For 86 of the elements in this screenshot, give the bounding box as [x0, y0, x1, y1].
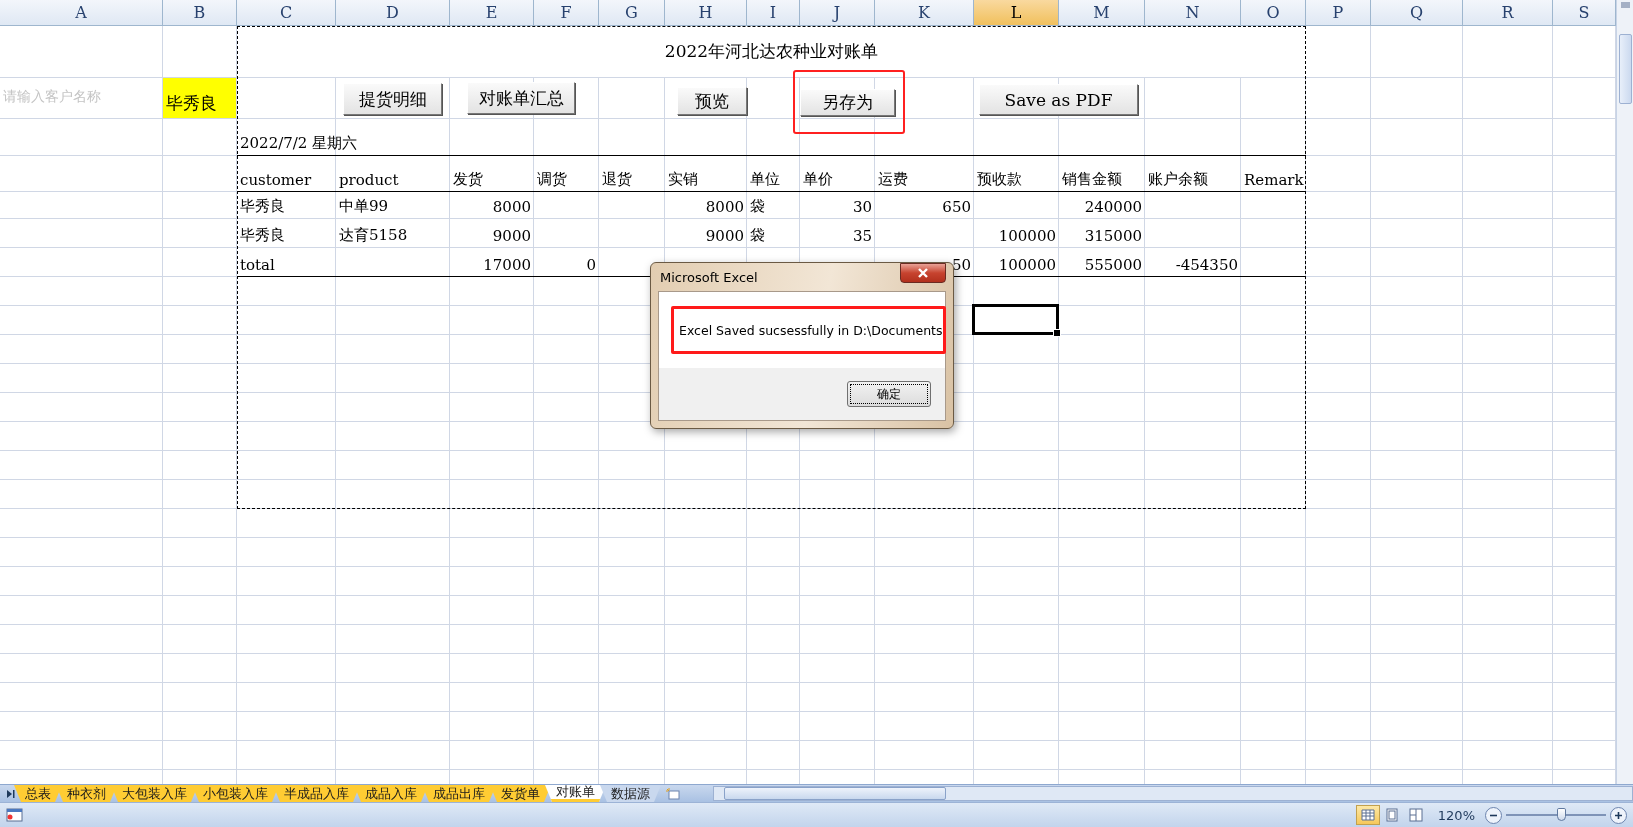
new-sheet-icon[interactable]	[665, 787, 681, 800]
table-cell: 30	[852, 198, 872, 216]
column-heading[interactable]: C	[237, 0, 336, 26]
column-heading[interactable]: E	[450, 0, 534, 26]
record-macro-icon[interactable]	[6, 807, 24, 823]
table-cell: 17000	[483, 256, 531, 274]
table-cell: 8000	[492, 198, 531, 216]
sheet-button[interactable]: Save as PDF	[979, 84, 1138, 115]
zoom-in-button[interactable]	[1610, 806, 1627, 824]
table-cell: 袋	[750, 197, 765, 216]
table-cell: 315000	[1084, 227, 1142, 245]
header-cell: 运费	[878, 170, 908, 189]
header-cell: 销售金额	[1062, 170, 1122, 189]
sheet-button[interactable]: 提货明细	[343, 83, 442, 115]
table-cell: 达育5158	[339, 226, 408, 245]
scroll-thumb[interactable]	[724, 787, 946, 800]
close-button[interactable]	[900, 263, 946, 283]
sheet-button[interactable]: 预览	[677, 87, 747, 115]
header-cell: product	[339, 171, 399, 189]
table-cell: 100000	[998, 227, 1056, 245]
column-heading[interactable]: B	[163, 0, 237, 26]
date-text: 2022/7/2 星期六	[240, 134, 358, 153]
sheet-button[interactable]: 对账单汇总	[467, 82, 575, 114]
table-cell: 毕秀良	[240, 226, 285, 245]
column-heading[interactable]: H	[665, 0, 747, 26]
header-cell: 实销	[668, 170, 698, 189]
table-cell: 8000	[705, 198, 744, 216]
column-heading[interactable]: G	[599, 0, 665, 26]
horizontal-scrollbar[interactable]	[713, 786, 1633, 801]
table-cell: 35	[852, 227, 872, 245]
column-heading[interactable]: I	[747, 0, 800, 26]
column-heading[interactable]: K	[875, 0, 974, 26]
page-break-icon	[1408, 808, 1423, 822]
column-heading[interactable]: Q	[1371, 0, 1463, 26]
header-cell: 发货	[453, 170, 483, 189]
header-cell: 预收款	[977, 170, 1022, 189]
table-cell: total	[240, 256, 275, 274]
column-heading[interactable]: R	[1463, 0, 1553, 26]
table-cell: 9000	[492, 227, 531, 245]
column-heading[interactable]: L	[974, 0, 1059, 26]
column-heading[interactable]: S	[1553, 0, 1616, 26]
table-cell: 50	[951, 256, 971, 274]
ok-button[interactable]: 确定	[847, 381, 931, 407]
header-cell: customer	[240, 171, 312, 189]
column-heading[interactable]: M	[1059, 0, 1145, 26]
table-cell: 240000	[1084, 198, 1142, 216]
page-icon	[1384, 808, 1399, 822]
sheet-button[interactable]: 另存为	[800, 89, 895, 116]
vertical-scrollbar[interactable]	[1616, 0, 1633, 784]
header-cell: Remark	[1244, 171, 1304, 189]
last-sheet-icon[interactable]	[4, 788, 16, 799]
header-cell: 账户余额	[1148, 170, 1208, 189]
column-heading[interactable]: D	[336, 0, 450, 26]
header-cell: 调货	[537, 170, 567, 189]
normal-view-button[interactable]	[1355, 805, 1380, 825]
sheet-tab[interactable]: 数据源	[600, 785, 661, 802]
close-icon	[917, 268, 929, 278]
dialog-title: Microsoft Excel	[659, 269, 758, 285]
header-cell: 单位	[750, 170, 780, 189]
table-cell: 9000	[705, 227, 744, 245]
column-heading[interactable]: O	[1241, 0, 1306, 26]
hint-text: 请输入客户名称	[3, 88, 101, 106]
table-cell: 100000	[998, 256, 1056, 274]
table-cell: 650	[942, 198, 971, 216]
column-heading[interactable]: F	[534, 0, 599, 26]
column-heading[interactable]: N	[1145, 0, 1241, 26]
header-cell: 退货	[602, 170, 632, 189]
table-cell: 中单99	[339, 197, 389, 216]
table-cell: 毕秀良	[240, 197, 285, 216]
grid-icon	[1360, 808, 1375, 822]
zoom-out-button[interactable]	[1485, 806, 1502, 824]
scroll-thumb[interactable]	[1618, 34, 1632, 104]
slider-thumb[interactable]	[1557, 808, 1566, 821]
plus-icon	[1614, 810, 1623, 820]
zoom-level[interactable]: 120%	[1437, 807, 1475, 823]
customer-cell: 毕秀良	[163, 78, 236, 118]
column-heading[interactable]: P	[1306, 0, 1371, 26]
column-heading[interactable]: A	[0, 0, 163, 26]
active-cell[interactable]	[972, 304, 1059, 335]
header-cell: 单价	[803, 170, 833, 189]
table-cell: -454350	[1175, 256, 1238, 274]
column-heading[interactable]: J	[800, 0, 875, 26]
dialog-message: Excel Saved sucsessfully in D:\Documents	[671, 306, 946, 354]
table-cell: 0	[586, 256, 596, 274]
table-cell: 555000	[1084, 256, 1142, 274]
table-cell: 袋	[750, 226, 765, 245]
